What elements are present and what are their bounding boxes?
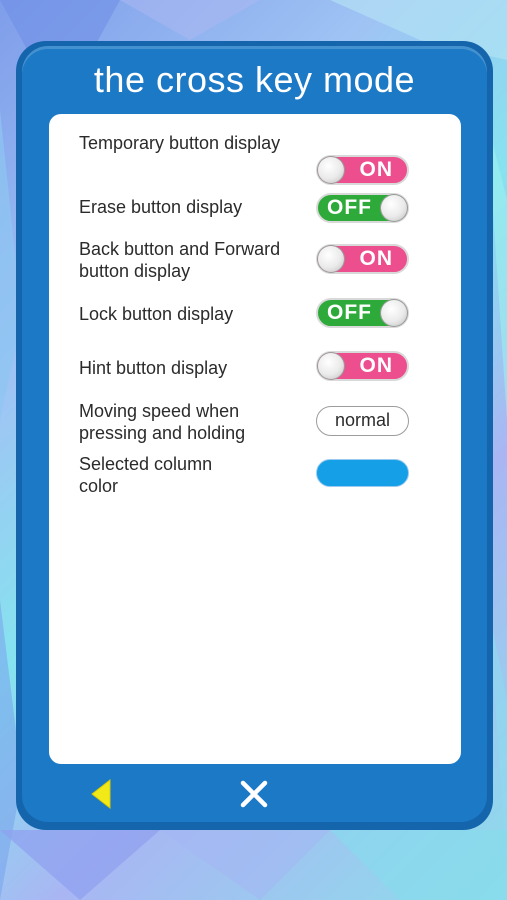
back-forward-button-toggle[interactable]: ON [316,244,409,274]
toggle-state-label: ON [359,247,393,270]
close-icon[interactable] [236,776,272,812]
hint-button-toggle[interactable]: ON [316,351,409,381]
erase-button-toggle[interactable]: OFF [316,193,409,223]
lock-button-toggle[interactable]: OFF [316,298,409,328]
toggle-state-label: OFF [327,196,372,219]
selected-column-color-swatch[interactable] [316,459,409,487]
setting-label: Moving speed when pressing and holding [79,401,246,443]
settings-list: Temporary button display ON Erase button… [49,114,461,764]
setting-label: Hint button display [79,358,228,378]
moving-speed-select[interactable]: normal [316,406,409,436]
setting-label: Lock button display [79,304,234,324]
setting-label: Temporary button display [79,133,281,153]
setting-label: Selected column color [79,454,213,496]
toggle-knob [381,300,407,326]
setting-label: Erase button display [79,197,243,217]
toggle-knob [381,195,407,221]
toggle-knob [318,353,344,379]
setting-label: Back button and Forward button display [79,239,281,281]
toggle-state-label: OFF [327,301,372,324]
temporary-button-toggle[interactable]: ON [316,155,409,185]
back-triangle-icon[interactable] [84,776,120,812]
toggle-state-label: ON [359,158,393,181]
toggle-knob [318,157,344,183]
toggle-state-label: ON [359,354,393,377]
toggle-knob [318,246,344,272]
dialog-title: the cross key mode [93,59,416,100]
